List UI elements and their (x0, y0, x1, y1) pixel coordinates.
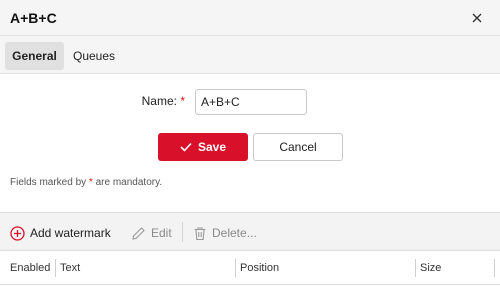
column-header-text[interactable]: Text (56, 251, 80, 285)
mandatory-note-prefix: Fields marked by (10, 177, 87, 188)
required-marker: * (180, 94, 185, 108)
cancel-button[interactable]: Cancel (253, 133, 343, 161)
checkmark-icon (180, 142, 192, 152)
close-button[interactable] (466, 8, 488, 28)
edit-button[interactable]: Edit (131, 223, 172, 243)
column-divider[interactable] (494, 259, 495, 277)
tab-bar: General Queues (0, 36, 500, 74)
add-circle-icon (10, 225, 25, 241)
column-header-enabled[interactable]: Enabled (6, 251, 50, 285)
tab-queues[interactable]: Queues (67, 42, 121, 70)
save-button[interactable]: Save (158, 133, 248, 161)
dialog-title: A+B+C (10, 10, 57, 26)
save-button-label: Save (197, 140, 227, 154)
watermark-table-header: Enabled Text Position Size (0, 251, 500, 285)
name-label-text: Name: (141, 94, 177, 108)
close-icon (472, 13, 482, 23)
mandatory-note-star: * (88, 177, 93, 188)
mandatory-note: Fields marked by * are mandatory. (10, 177, 162, 188)
toolbar-divider (182, 222, 183, 242)
add-watermark-label: Add watermark (30, 226, 111, 240)
name-label: Name: * (142, 94, 185, 108)
watermark-toolbar: Add watermark Edit Delete... (0, 212, 500, 251)
general-form: Name: * Save Cancel Fields marked by * a… (0, 74, 500, 212)
mandatory-note-suffix: are mandatory. (95, 177, 163, 188)
delete-button[interactable]: Delete... (193, 223, 257, 243)
add-watermark-button[interactable]: Add watermark (10, 223, 111, 243)
tab-general[interactable]: General (5, 42, 64, 70)
delete-label: Delete... (212, 226, 257, 240)
pencil-icon (132, 226, 145, 240)
column-header-position[interactable]: Position (236, 251, 279, 285)
name-input[interactable] (195, 89, 307, 115)
dialog-titlebar: A+B+C (0, 0, 500, 36)
column-header-size[interactable]: Size (416, 251, 441, 285)
edit-label: Edit (151, 226, 172, 240)
trash-icon (194, 226, 206, 240)
